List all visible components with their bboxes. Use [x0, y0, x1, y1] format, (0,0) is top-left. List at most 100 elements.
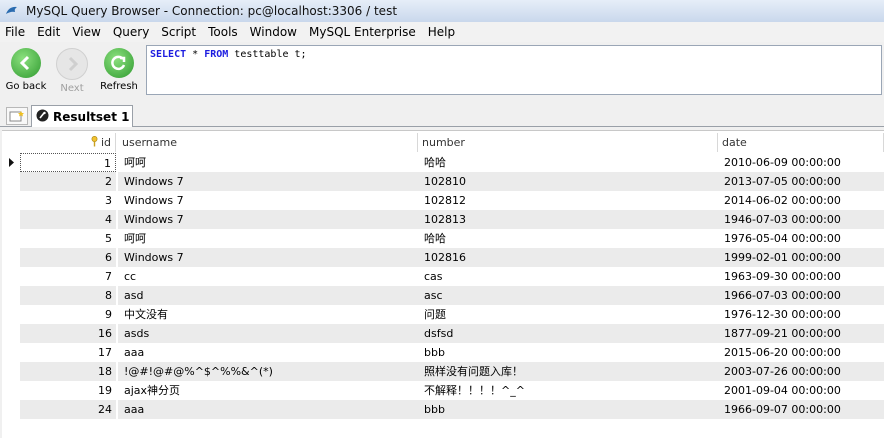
cell-number[interactable]: 哈哈 — [418, 229, 718, 248]
cell-date[interactable]: 2015-06-20 00:00:00 — [718, 343, 884, 362]
table-row[interactable]: 8 asd asc 1966-07-03 00:00:00 — [2, 286, 884, 305]
cell-date[interactable]: 2014-06-02 00:00:00 — [718, 191, 884, 210]
cell-username[interactable]: Windows 7 — [118, 191, 418, 210]
cell-id[interactable]: 19 — [20, 381, 116, 400]
resultset-icon — [36, 109, 49, 125]
menu-bar: File Edit View Query Script Tools Window… — [0, 22, 884, 42]
cell-username[interactable]: cc — [118, 267, 418, 286]
table-row[interactable]: 19 ajax神分页 不解释！！！！^_^ 2001-09-04 00:00:00 — [2, 381, 884, 400]
cell-number[interactable]: bbb — [418, 343, 718, 362]
column-header-username[interactable]: username — [118, 133, 418, 152]
cell-date[interactable]: 1946-07-03 00:00:00 — [718, 210, 884, 229]
table-row[interactable]: 2 Windows 7 102810 2013-07-05 00:00:00 — [2, 172, 884, 191]
cell-id[interactable]: 1 — [20, 153, 116, 172]
cell-date[interactable]: 2001-09-04 00:00:00 — [718, 381, 884, 400]
cell-id[interactable]: 16 — [20, 324, 116, 343]
cell-id[interactable]: 7 — [20, 267, 116, 286]
column-header-date[interactable]: date — [718, 133, 884, 152]
cell-date[interactable]: 2003-07-26 00:00:00 — [718, 362, 884, 381]
menu-query[interactable]: Query — [107, 25, 155, 39]
cell-id[interactable]: 18 — [20, 362, 116, 381]
cell-number[interactable]: 102816 — [418, 248, 718, 267]
cell-number[interactable]: dsfsd — [418, 324, 718, 343]
cell-username[interactable]: Windows 7 — [118, 210, 418, 229]
cell-username[interactable]: 呵呵 — [118, 229, 418, 248]
cell-username[interactable]: 呵呵 — [118, 153, 418, 172]
cell-id[interactable]: 8 — [20, 286, 116, 305]
cell-number[interactable]: 照样没有问题入库！ — [418, 362, 718, 381]
cell-id[interactable]: 6 — [20, 248, 116, 267]
refresh-button[interactable]: Refresh — [97, 48, 141, 92]
cell-date[interactable]: 2010-06-09 00:00:00 — [718, 153, 884, 172]
cell-id[interactable]: 3 — [20, 191, 116, 210]
cell-number[interactable]: 102812 — [418, 191, 718, 210]
empty-cell — [20, 419, 116, 438]
cell-username[interactable]: 中文没有 — [118, 305, 418, 324]
table-row[interactable]: 3 Windows 7 102812 2014-06-02 00:00:00 — [2, 191, 884, 210]
table-row[interactable]: 17 aaa bbb 2015-06-20 00:00:00 — [2, 343, 884, 362]
cell-username[interactable]: Windows 7 — [118, 172, 418, 191]
cell-username[interactable]: asd — [118, 286, 418, 305]
menu-mysql-enterprise[interactable]: MySQL Enterprise — [303, 25, 422, 39]
menu-window[interactable]: Window — [244, 25, 303, 39]
cell-number[interactable]: 哈哈 — [418, 153, 718, 172]
cell-username[interactable]: asds — [118, 324, 418, 343]
table-row[interactable]: 5 呵呵 哈哈 1976-05-04 00:00:00 — [2, 229, 884, 248]
column-header-id[interactable]: id — [20, 133, 116, 152]
table-row[interactable]: 16 asds dsfsd 1877-09-21 00:00:00 — [2, 324, 884, 343]
cell-number[interactable]: asc — [418, 286, 718, 305]
menu-tools[interactable]: Tools — [202, 25, 244, 39]
tab-resultset-1[interactable]: Resultset 1 — [31, 105, 133, 127]
menu-file[interactable]: File — [0, 25, 31, 39]
table-row[interactable]: 6 Windows 7 102816 1999-02-01 00:00:00 — [2, 248, 884, 267]
cell-username[interactable]: aaa — [118, 400, 418, 419]
cell-date[interactable]: 1966-09-07 00:00:00 — [718, 400, 884, 419]
table-row[interactable]: 9 中文没有 问题 1976-12-30 00:00:00 — [2, 305, 884, 324]
cell-date[interactable]: 1877-09-21 00:00:00 — [718, 324, 884, 343]
table-row[interactable]: 24 aaa bbb 1966-09-07 00:00:00 — [2, 400, 884, 419]
table-row[interactable]: 18 !@#!@#@%^$^%%&^(*) 照样没有问题入库！ 2003-07-26 … — [2, 362, 884, 381]
cell-username[interactable]: Windows 7 — [118, 248, 418, 267]
menu-edit[interactable]: Edit — [31, 25, 66, 39]
cell-number[interactable]: 不解释！！！！^_^ — [418, 381, 718, 400]
table-row[interactable]: 7 cc cas 1963-09-30 00:00:00 — [2, 267, 884, 286]
cell-username[interactable]: ajax神分页 — [118, 381, 418, 400]
cell-date[interactable]: 1966-07-03 00:00:00 — [718, 286, 884, 305]
column-header-number[interactable]: number — [418, 133, 718, 152]
cell-id[interactable]: 24 — [20, 400, 116, 419]
next-icon — [56, 48, 88, 80]
cell-date[interactable]: 1976-12-30 00:00:00 — [718, 305, 884, 324]
cell-id[interactable]: 17 — [20, 343, 116, 362]
next-button[interactable]: Next — [50, 48, 94, 94]
cell-number[interactable]: 102810 — [418, 172, 718, 191]
menu-script[interactable]: Script — [155, 25, 202, 39]
cell-date[interactable]: 1999-02-01 00:00:00 — [718, 248, 884, 267]
cell-number[interactable]: 问题 — [418, 305, 718, 324]
resultset-grid[interactable]: id username number date 1 呵呵 哈哈 2010-06-09 … — [2, 130, 884, 438]
table-row[interactable]: 4 Windows 7 102813 1946-07-03 00:00:00 — [2, 210, 884, 229]
table-row[interactable]: 1 呵呵 哈哈 2010-06-09 00:00:00 — [2, 153, 884, 172]
menu-help[interactable]: Help — [422, 25, 461, 39]
menu-view[interactable]: View — [66, 25, 106, 39]
query-editor[interactable]: SELECT * FROM testtable t; — [146, 45, 882, 95]
cell-number[interactable]: 102813 — [418, 210, 718, 229]
column-header-id-label: id — [100, 136, 111, 149]
cell-id[interactable]: 5 — [20, 229, 116, 248]
cell-id[interactable]: 4 — [20, 210, 116, 229]
cell-id[interactable]: 9 — [20, 305, 116, 324]
new-tab-button[interactable] — [6, 107, 28, 125]
grid-header: id username number date — [2, 133, 884, 152]
cell-username[interactable]: aaa — [118, 343, 418, 362]
cell-date[interactable]: 2013-07-05 00:00:00 — [718, 172, 884, 191]
cell-id[interactable]: 2 — [20, 172, 116, 191]
cell-date[interactable]: 1976-05-04 00:00:00 — [718, 229, 884, 248]
cell-number[interactable]: cas — [418, 267, 718, 286]
cell-number[interactable]: bbb — [418, 400, 718, 419]
grid-rows: 1 呵呵 哈哈 2010-06-09 00:00:00 2 Windows 7 102810… — [2, 153, 884, 438]
cell-date[interactable]: 1963-09-30 00:00:00 — [718, 267, 884, 286]
primary-key-icon — [91, 134, 98, 153]
cell-username[interactable]: !@#!@#@%^$^%%&^(*) — [118, 362, 418, 381]
query-text-2: testtable t; — [228, 49, 307, 60]
go-back-button[interactable]: Go back — [4, 48, 48, 92]
query-keyword-from: FROM — [204, 49, 229, 60]
